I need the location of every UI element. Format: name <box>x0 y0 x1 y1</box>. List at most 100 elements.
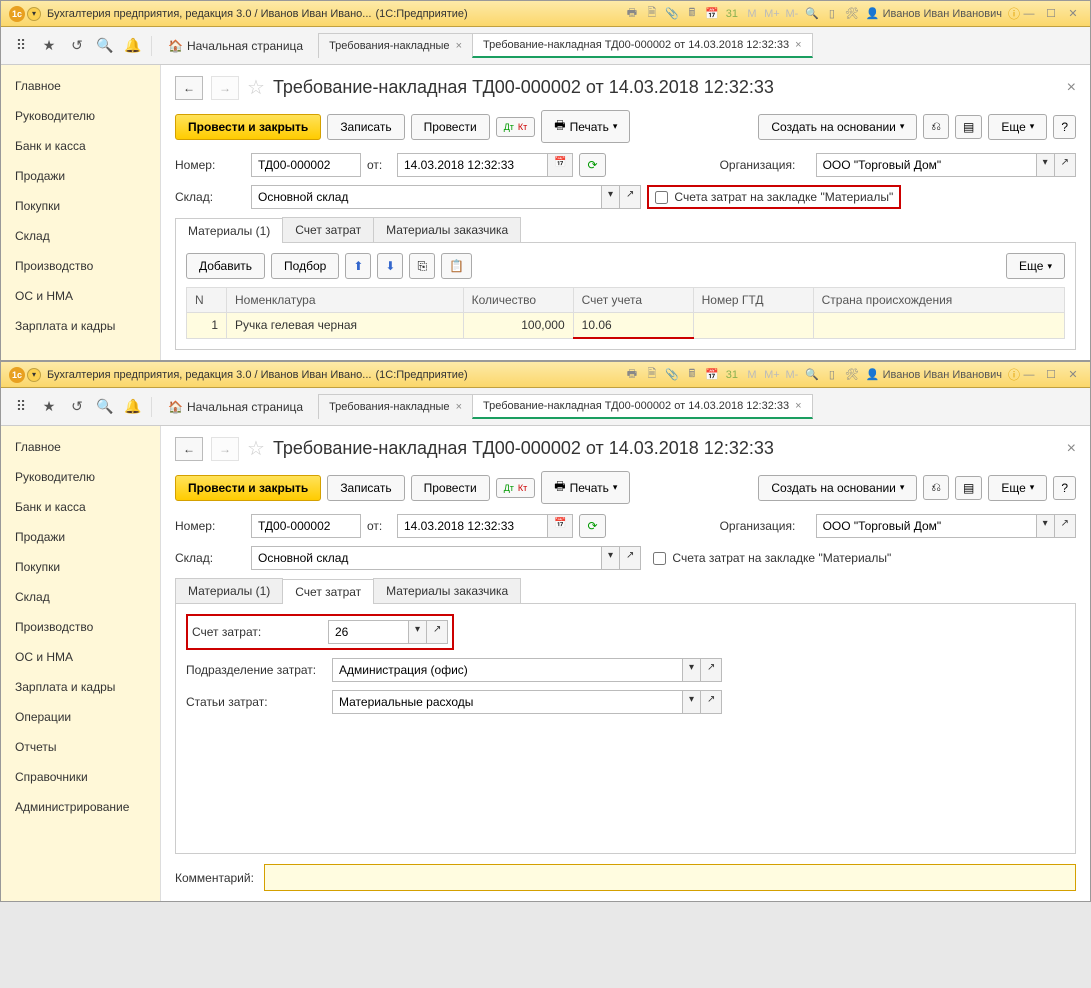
pick-button[interactable]: Подбор <box>271 253 339 279</box>
tab-close-icon[interactable]: × <box>795 39 801 51</box>
bell-icon[interactable]: 🔔 <box>123 36 143 56</box>
sidebar-item-manager[interactable]: Руководителю <box>1 462 160 492</box>
structure-button[interactable]: ⎌ <box>923 475 949 500</box>
dropdown-icon[interactable]: ▾ <box>682 658 701 682</box>
post-button[interactable]: Провести <box>411 475 490 501</box>
sidebar-item-warehouse[interactable]: Склад <box>1 221 160 251</box>
tab-materials[interactable]: Материалы (1) <box>175 218 283 243</box>
back-button[interactable]: ← <box>175 437 203 461</box>
print-icon[interactable]: 🖶 <box>624 6 640 22</box>
dt-kt-button[interactable]: ДтКт <box>496 478 536 498</box>
search-icon[interactable]: 🔍 <box>95 36 115 56</box>
m-icon[interactable]: M <box>744 367 760 383</box>
tab-close-icon[interactable]: × <box>456 401 462 413</box>
sidebar-item-warehouse[interactable]: Склад <box>1 582 160 612</box>
favorite-star-icon[interactable]: ☆ <box>247 75 265 100</box>
sidebar-item-assets[interactable]: ОС и НМА <box>1 281 160 311</box>
open-icon[interactable]: ↗ <box>620 546 641 570</box>
tab-cost-account[interactable]: Счет затрат <box>282 579 374 604</box>
calendar-icon[interactable]: 📅 <box>704 6 720 22</box>
bell-icon[interactable]: 🔔 <box>123 397 143 417</box>
col-item[interactable]: Номенклатура <box>227 288 464 313</box>
close-window-icon[interactable]: ✕ <box>1064 6 1082 22</box>
user-label[interactable]: 👤 Иванов Иван Иванович <box>866 7 1002 20</box>
comment-input[interactable] <box>264 864 1076 891</box>
col-account[interactable]: Счет учета <box>573 288 693 313</box>
col-gtd[interactable]: Номер ГТД <box>693 288 813 313</box>
col-n[interactable]: N <box>187 288 227 313</box>
m-plus-icon[interactable]: M+ <box>764 6 780 22</box>
warehouse-input[interactable] <box>251 546 601 570</box>
sidebar-item-sales[interactable]: Продажи <box>1 522 160 552</box>
sidebar-item-reports[interactable]: Отчеты <box>1 732 160 762</box>
move-down-button[interactable]: ⬇ <box>377 253 403 279</box>
date-input[interactable] <box>397 514 547 538</box>
favorite-star-icon[interactable]: ☆ <box>247 436 265 461</box>
m-minus-icon[interactable]: M- <box>784 6 800 22</box>
more-button[interactable]: Еще ▾ <box>988 114 1047 140</box>
tab-document[interactable]: Требование-накладная ТД00-000002 от 14.0… <box>472 394 813 419</box>
close-window-icon[interactable]: ✕ <box>1064 367 1082 383</box>
zoom-icon[interactable]: 🔍 <box>804 6 820 22</box>
number-input[interactable] <box>251 153 361 177</box>
refresh-date-button[interactable]: ⟳ <box>579 514 605 538</box>
tab-customer-materials[interactable]: Материалы заказчика <box>373 217 521 242</box>
forward-button[interactable]: → <box>211 437 239 461</box>
doc-icon[interactable]: 🗎 <box>644 367 660 383</box>
create-based-button[interactable]: Создать на основании ▾ <box>758 114 917 140</box>
cell-qty[interactable]: 100,000 <box>463 313 573 339</box>
open-icon[interactable]: ↗ <box>427 620 448 644</box>
col-country[interactable]: Страна происхождения <box>813 288 1064 313</box>
home-link[interactable]: 🏠 Начальная страница <box>160 35 311 57</box>
sidebar-item-payroll[interactable]: Зарплата и кадры <box>1 672 160 702</box>
print-button[interactable]: 🖶 Печать ▾ <box>541 110 630 143</box>
table-more-button[interactable]: Еще ▾ <box>1006 253 1065 279</box>
save-button[interactable]: Записать <box>327 114 404 140</box>
calc-icon[interactable]: 🖩 <box>684 367 700 383</box>
help-button[interactable]: ? <box>1053 115 1076 139</box>
info-icon[interactable]: ⓘ <box>1008 5 1020 22</box>
cell-country[interactable] <box>813 313 1064 339</box>
cost-accounts-checkbox[interactable] <box>655 191 668 204</box>
date-icon[interactable]: 31 <box>724 367 740 383</box>
sidebar-item-manager[interactable]: Руководителю <box>1 101 160 131</box>
maximize-icon[interactable]: ☐ <box>1042 367 1060 383</box>
dropdown-icon[interactable]: ▾ <box>601 185 620 209</box>
open-icon[interactable]: ↗ <box>1055 153 1076 177</box>
cost-account-input[interactable] <box>328 620 408 644</box>
tab-materials[interactable]: Материалы (1) <box>175 578 283 603</box>
calc-icon[interactable]: 🖩 <box>684 6 700 22</box>
close-content-icon[interactable]: × <box>1067 79 1076 97</box>
home-link[interactable]: 🏠 Начальная страница <box>160 396 311 418</box>
print-button[interactable]: 🖶 Печать ▾ <box>541 471 630 504</box>
zoom-icon[interactable]: 🔍 <box>804 367 820 383</box>
app-menu-dropdown[interactable]: ▾ <box>27 368 41 382</box>
history-icon[interactable]: ↺ <box>67 36 87 56</box>
sidebar-item-sales[interactable]: Продажи <box>1 161 160 191</box>
print-icon[interactable]: 🖶 <box>624 367 640 383</box>
sidebar-item-purchases[interactable]: Покупки <box>1 552 160 582</box>
dt-kt-button[interactable]: ДтКт <box>496 117 536 137</box>
tab-customer-materials[interactable]: Материалы заказчика <box>373 578 521 603</box>
tab-close-icon[interactable]: × <box>795 400 801 412</box>
date-icon[interactable]: 31 <box>724 6 740 22</box>
tab-close-icon[interactable]: × <box>456 40 462 52</box>
sidebar-item-purchases[interactable]: Покупки <box>1 191 160 221</box>
structure-button[interactable]: ⎌ <box>923 114 949 139</box>
table-row[interactable]: 1 Ручка гелевая черная 100,000 10.06 <box>187 313 1065 339</box>
panel-icon[interactable]: ▯ <box>824 6 840 22</box>
warehouse-input[interactable] <box>251 185 601 209</box>
cost-item-input[interactable] <box>332 690 682 714</box>
doc-icon[interactable]: 🗎 <box>644 6 660 22</box>
report-button[interactable]: ▤ <box>955 115 982 139</box>
minimize-icon[interactable]: — <box>1020 367 1038 383</box>
wrench-icon[interactable]: 🛠 <box>844 367 860 383</box>
m-plus-icon[interactable]: M+ <box>764 367 780 383</box>
close-content-icon[interactable]: × <box>1067 440 1076 458</box>
cost-accounts-checkbox[interactable] <box>653 552 666 565</box>
back-button[interactable]: ← <box>175 76 203 100</box>
calendar-picker-icon[interactable]: 📅 <box>547 153 573 177</box>
post-and-close-button[interactable]: Провести и закрыть <box>175 114 321 140</box>
open-icon[interactable]: ↗ <box>701 690 722 714</box>
attach-icon[interactable]: 📎 <box>664 6 680 22</box>
